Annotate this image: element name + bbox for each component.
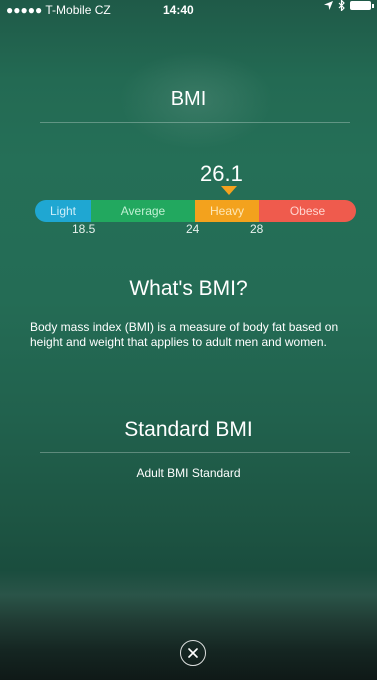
status-time: 14:40: [163, 3, 194, 17]
standard-title: Standard BMI: [124, 418, 253, 441]
title-divider: [40, 122, 350, 123]
battery-icon: [350, 1, 374, 10]
scale-tick: 24: [186, 222, 200, 236]
bmi-value: 26.1: [200, 161, 243, 186]
about-title: What's BMI?: [129, 277, 248, 300]
scale-tick: 28: [250, 222, 264, 236]
about-text: Body mass index (BMI) is a measure of bo…: [30, 320, 339, 349]
scale-segment-light: Light: [35, 200, 91, 222]
standard-subtitle: Adult BMI Standard: [136, 466, 241, 480]
status-right: [324, 0, 374, 11]
bmi-screen: ●●●●● T-Mobile CZ 14:40 BMI 26.1 Light A…: [0, 0, 377, 680]
status-bar: ●●●●● T-Mobile CZ 14:40: [0, 0, 377, 20]
page-title: BMI: [170, 88, 207, 110]
bmi-pointer-icon: [221, 186, 237, 195]
scale-tick: 18.5: [72, 222, 96, 236]
status-carrier: ●●●●● T-Mobile CZ: [6, 3, 111, 17]
scale-segment-obese: Obese: [259, 200, 356, 222]
scale-segment-heavy: Heavy: [195, 200, 259, 222]
standard-divider: [40, 452, 350, 453]
close-icon: [188, 648, 198, 658]
close-button[interactable]: [180, 640, 206, 666]
bmi-scale-bar: Light Average Heavy Obese: [35, 200, 356, 222]
location-arrow-icon: [324, 1, 333, 10]
scale-segment-average: Average: [91, 200, 195, 222]
bluetooth-icon: [338, 0, 345, 11]
